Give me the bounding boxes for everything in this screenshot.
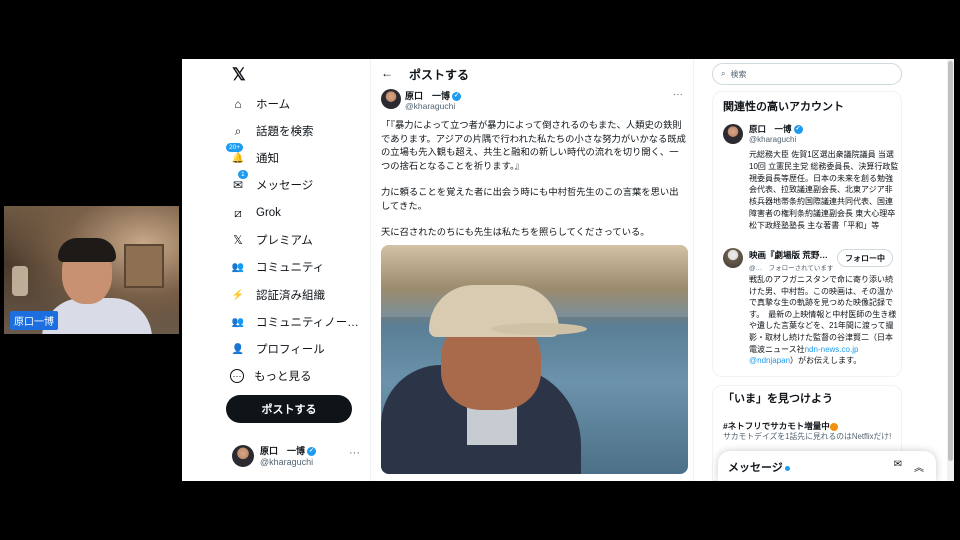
verified-badge-icon: ✓ (793, 125, 803, 135)
search-input[interactable]: ⌕ 検索 (712, 63, 902, 85)
following-button[interactable]: フォロー中 (837, 249, 893, 267)
avatar (723, 248, 743, 268)
nav-label: ホーム (256, 99, 291, 111)
photo-collar (467, 405, 517, 445)
post-detail-column: ← ポストする 原口 一博 ✓ @kharaguchi ··· 「『暴力によって立… (370, 59, 694, 481)
nav-notifications[interactable]: 🔔 20+ 通知 (226, 143, 279, 169)
message-badge: 1 (238, 170, 248, 179)
nav-community-notes[interactable]: 👥 コミュニティノー… (230, 311, 359, 333)
panel-title: 「いま」を見つけよう (723, 393, 833, 405)
post-paragraph: 天に召されたのちにも先生は私たちを照らしてくださっている。 (381, 227, 650, 238)
verified-badge-icon: ✓ (307, 447, 317, 457)
x-premium-icon: 𝕏 (233, 233, 243, 247)
nav-label: 通知 (256, 153, 279, 165)
notification-badge: 20+ (226, 143, 244, 152)
nav-premium[interactable]: 𝕏 プレミアム (230, 229, 313, 251)
nav-home[interactable]: ⌂ ホーム (230, 93, 290, 115)
account-bio: 戦乱のアフガニスタンで命に寄り添い続けた男、中村哲。この映画は、その温かで真摯な… (749, 275, 897, 366)
search-placeholder: 検索 (730, 69, 747, 79)
bell-icon: 🔔 20+ (226, 143, 246, 166)
community-icon: 👥 (231, 261, 245, 273)
nav-grok[interactable]: ⧄ Grok (230, 202, 281, 224)
account-handle: @kharaguchi (260, 457, 314, 467)
post-text: 「『暴力によって立つ者が暴力によって倒されるのもまた、人類史の鉄則であります。ア… (381, 119, 687, 253)
nav-label: Grok (256, 207, 281, 219)
nav-verified-orgs[interactable]: ⚡ 認証済み組織 (230, 284, 325, 306)
x-logo-icon[interactable]: 𝕏 (232, 65, 246, 85)
expand-drawer-icon[interactable]: ︽ (914, 459, 924, 474)
post-button[interactable]: ポストする (226, 395, 352, 423)
post-more-icon[interactable]: ··· (673, 89, 683, 100)
scrollbar-thumb[interactable] (948, 61, 953, 461)
trend-item-description: サカモトデイズを1話先に見れるのはNetflixだけ! (723, 432, 892, 441)
related-accounts-panel: 関連性の高いアカウント 原口 一博 ✓ @kharaguchi 元総務大臣 佐賀1… (712, 91, 902, 377)
search-icon: ⌕ (234, 123, 242, 138)
participant-name-tag: 原口一博 (10, 311, 58, 330)
verified-badge-icon: ✓ (452, 92, 462, 102)
more-circle-icon: ⋯ (230, 369, 244, 383)
webcam-lamp (12, 266, 28, 296)
nav-explore[interactable]: ⌕ 話題を検索 (230, 120, 314, 142)
post-header: ← ポストする (371, 59, 693, 87)
account-name: 原口 一博 ✓ (749, 124, 803, 135)
webcam-tile: 原口一博 (4, 206, 179, 334)
panel-title: 関連性の高いアカウント (723, 101, 844, 113)
new-message-icon[interactable]: ✉ (894, 459, 902, 470)
nav-label: プロフィール (256, 344, 325, 356)
back-arrow-icon[interactable]: ← (381, 66, 393, 80)
webcam-person-hair (58, 238, 116, 262)
post-paragraph: 「『暴力によって立つ者が暴力によって倒されるのもまた、人類史の鉄則であります。ア… (381, 120, 686, 171)
nav-label: コミュニティノー… (256, 317, 359, 329)
screen-share-stage: 原口一博 𝕏 ⌂ ホーム ⌕ 話題を検索 🔔20+ 通知 ✉1 メッセージ (0, 0, 960, 540)
community-notes-icon: 👥 (231, 316, 245, 328)
unread-dot-icon (784, 465, 790, 471)
trend-item-title[interactable]: #ネトフリでサカモト増量中 (723, 420, 838, 432)
avatar (232, 445, 254, 467)
post-photo[interactable] (381, 245, 688, 474)
account-handle: @kharaguchi (749, 135, 797, 144)
nav-label: 話題を検索 (256, 126, 314, 138)
webcam-wall-frame (124, 244, 164, 288)
page-scrollbar[interactable] (947, 59, 954, 481)
messages-drawer[interactable]: メッセージ ✉ ︽ (718, 451, 936, 481)
post-paragraph: 力に頼ることを覚えた者に出会う時にも中村哲先生のこの言葉を思い出してきた。 (381, 187, 679, 211)
nav-label: もっと見る (254, 371, 312, 383)
author-handle[interactable]: @kharaguchi (405, 101, 455, 111)
photo-cap-brim (491, 323, 587, 335)
avatar[interactable] (381, 89, 401, 109)
search-icon: ⌕ (721, 69, 726, 78)
nav-more[interactable]: ⋯ もっと見る (230, 365, 312, 387)
messages-label: メッセージ (728, 459, 790, 475)
account-switcher[interactable]: 原口 一博 ✓ @kharaguchi ··· (230, 441, 370, 475)
account-name: 映画『劇場版 荒野… (749, 250, 827, 260)
grok-icon: ⧄ (234, 205, 242, 220)
account-bio: 元総務大臣 佐賀1区選出衆議院議員 当選10回 立憲民主党 総務委員長、決算行政… (749, 150, 899, 230)
more-icon[interactable]: ··· (349, 447, 360, 459)
nav-messages[interactable]: ✉ 1 メッセージ (230, 170, 314, 196)
nav-communities[interactable]: 👥 コミュニティ (230, 256, 325, 278)
avatar (723, 124, 743, 144)
nav-label: コミュニティ (256, 262, 325, 274)
page-title: ポストする (409, 68, 470, 82)
browser-page: 𝕏 ⌂ ホーム ⌕ 話題を検索 🔔 20+ 通知 ✉ 1 メッセージ ⧄ Grok (182, 59, 954, 481)
profile-icon: 👤 (231, 343, 245, 355)
lightning-icon: ⚡ (231, 289, 245, 301)
home-icon: ⌂ (234, 97, 242, 111)
nav-profile[interactable]: 👤 プロフィール (230, 338, 325, 360)
right-sidebar: ⌕ 検索 関連性の高いアカウント 原口 一博 ✓ @kharaguchi 元総務大… (712, 59, 902, 481)
left-navigation: 𝕏 ⌂ ホーム ⌕ 話題を検索 🔔 20+ 通知 ✉ 1 メッセージ ⧄ Grok (222, 59, 372, 481)
nav-label: プレミアム (256, 235, 313, 247)
mail-icon: ✉ 1 (230, 170, 248, 193)
nav-label: 認証済み組織 (256, 290, 325, 302)
account-name: 原口 一博 ✓ (260, 446, 317, 457)
nav-label: メッセージ (256, 180, 314, 192)
account-handle: @… フォローされています (749, 265, 834, 272)
promoted-emoji-icon (829, 422, 838, 431)
